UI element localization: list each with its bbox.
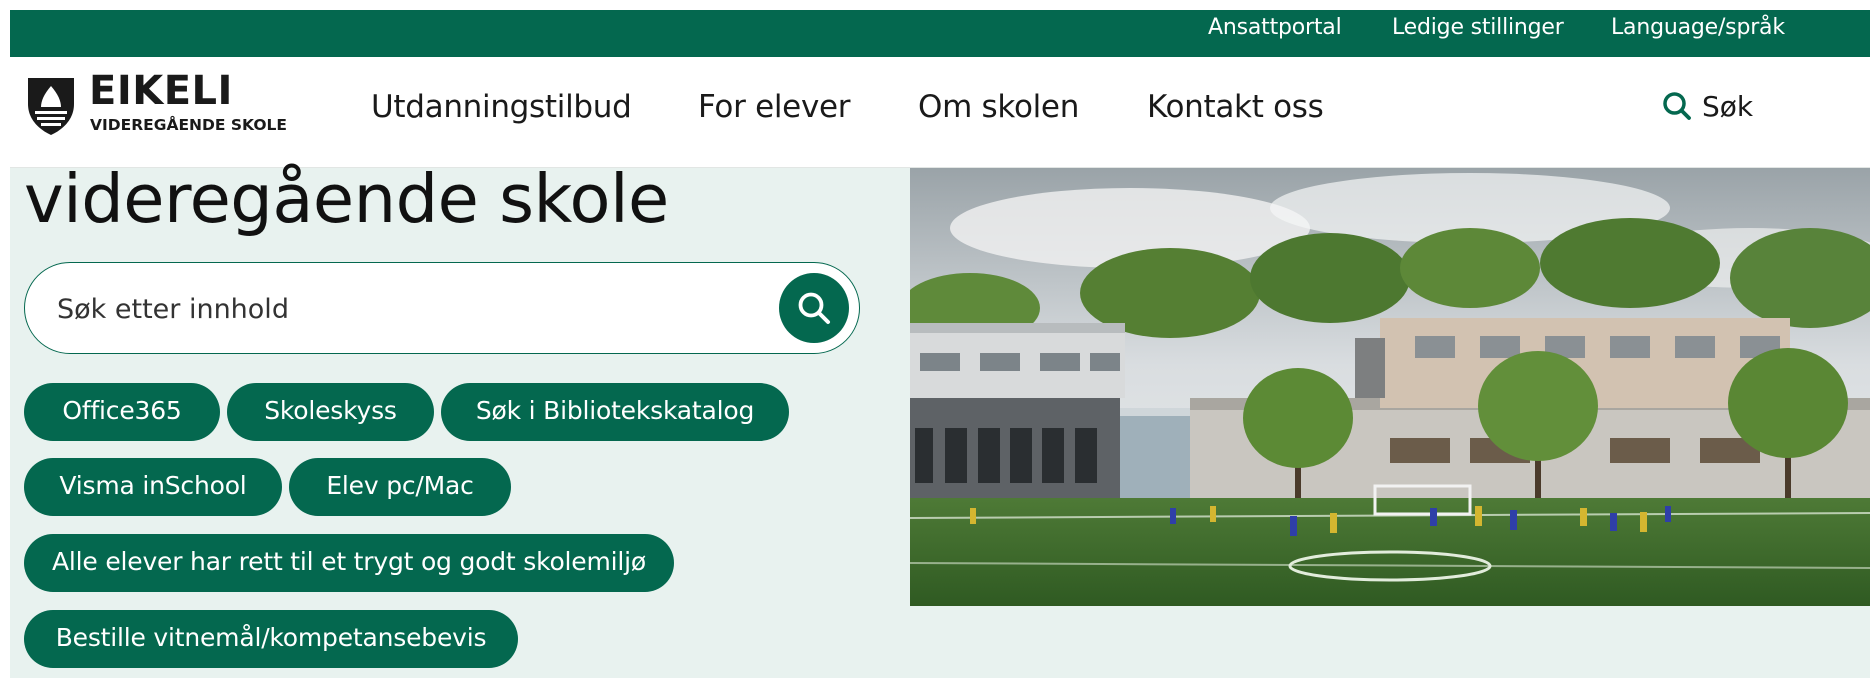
school-building-illustration: [910, 168, 1870, 606]
page: Ansattportal Ledige stillinger Language/…: [10, 10, 1870, 678]
nav-item-om-skolen[interactable]: Om skolen: [918, 57, 1079, 167]
utility-link-language[interactable]: Language/språk: [1611, 10, 1785, 57]
quick-link-skolemiljo[interactable]: Alle elever har rett til et trygt og god…: [24, 534, 674, 592]
quick-link-visma-inschool[interactable]: Visma inSchool: [24, 458, 282, 516]
search-icon: [798, 292, 830, 324]
nav-item-kontakt-oss[interactable]: Kontakt oss: [1147, 57, 1324, 167]
quick-link-skoleskyss[interactable]: Skoleskyss: [227, 383, 434, 441]
content-search: [24, 262, 860, 354]
hero-image: [910, 168, 1870, 606]
logo-title: EIKELI: [89, 68, 233, 114]
search-input[interactable]: [55, 281, 759, 337]
quick-link-elev-pc-mac[interactable]: Elev pc/Mac: [289, 458, 511, 516]
nav-item-utdanningstilbud[interactable]: Utdanningstilbud: [371, 57, 632, 167]
quick-link-office365[interactable]: Office365: [24, 383, 220, 441]
quick-link-bibliotekskatalog[interactable]: Søk i Bibliotekskatalog: [441, 383, 789, 441]
header-search-label: Søk: [1702, 90, 1754, 123]
site-logo[interactable]: EIKELI VIDEREGÅENDE SKOLE: [26, 68, 316, 144]
page-title: videregående skole: [24, 160, 669, 238]
logo-subtitle: VIDEREGÅENDE SKOLE: [90, 116, 287, 134]
utility-bar: Ansattportal Ledige stillinger Language/…: [10, 10, 1870, 57]
search-submit-button[interactable]: [779, 273, 849, 343]
utility-link-ansattportal[interactable]: Ansattportal: [1208, 10, 1342, 57]
search-icon: [1663, 92, 1691, 120]
nav-item-for-elever[interactable]: For elever: [698, 57, 851, 167]
site-header: EIKELI VIDEREGÅENDE SKOLE Utdanningstilb…: [10, 57, 1870, 168]
quick-link-vitnemal[interactable]: Bestille vitnemål/kompetansebevis: [24, 610, 518, 668]
shield-logo-icon: [28, 78, 74, 135]
utility-link-ledige-stillinger[interactable]: Ledige stillinger: [1392, 10, 1564, 57]
